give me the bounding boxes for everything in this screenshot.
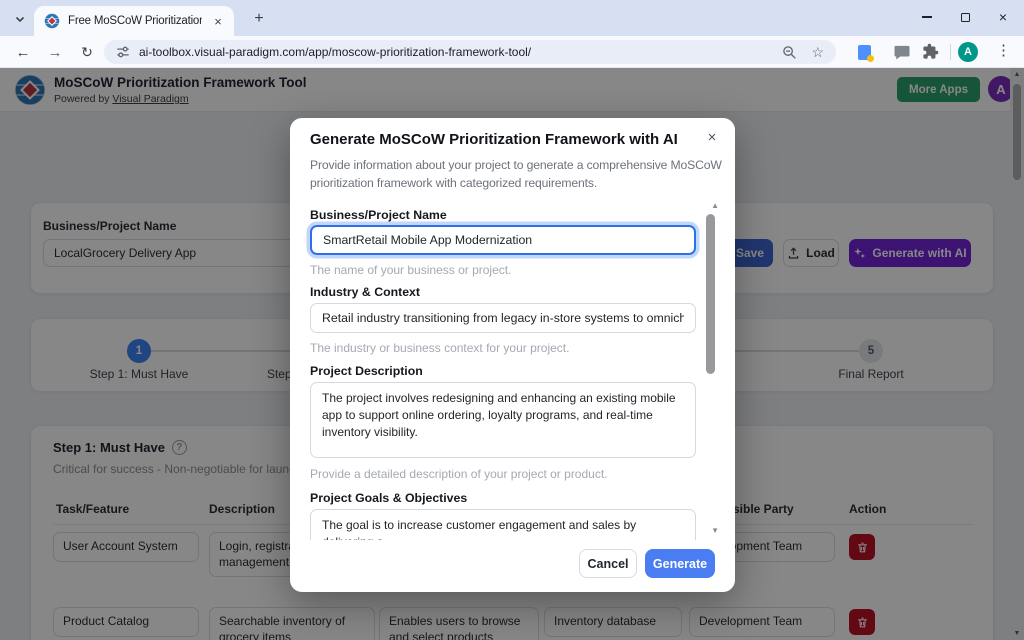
new-tab-button[interactable]: + <box>248 8 270 30</box>
window-close-button[interactable]: × <box>984 0 1022 34</box>
forward-button[interactable]: → <box>42 40 68 64</box>
project-description-label: Project Description <box>310 364 423 378</box>
industry-label: Industry & Context <box>310 285 420 299</box>
modal-scrollbar-thumb[interactable] <box>706 214 715 374</box>
url-bar[interactable]: ai-toolbox.visual-paradigm.com/app/mosco… <box>104 40 836 64</box>
window-minimize-button[interactable] <box>908 0 946 34</box>
url-text: ai-toolbox.visual-paradigm.com/app/mosco… <box>139 45 532 59</box>
window-maximize-button[interactable] <box>946 0 984 34</box>
back-button[interactable]: ← <box>10 40 36 64</box>
site-favicon-icon <box>44 13 60 29</box>
close-icon: × <box>998 9 1008 25</box>
business-name-help: The name of your business or project. <box>310 263 512 277</box>
industry-input[interactable] <box>310 303 696 333</box>
generate-button[interactable]: Generate <box>645 549 715 578</box>
generate-ai-modal: × Generate MoSCoW Prioritization Framewo… <box>290 118 735 592</box>
app-viewport: MoSCoW Prioritization Framework Tool Pow… <box>0 68 1024 640</box>
modal-subtitle: Provide information about your project t… <box>310 158 722 191</box>
tab-close-icon[interactable]: × <box>210 13 226 29</box>
business-name-input[interactable] <box>310 225 696 255</box>
browser-menu-icon[interactable]: ⋮ <box>996 41 1011 59</box>
project-description-textarea[interactable]: The project involves redesigning and enh… <box>310 382 696 458</box>
bookmark-star-icon[interactable]: ☆ <box>811 45 824 59</box>
industry-help: The industry or business context for you… <box>310 341 570 355</box>
refresh-button[interactable]: ↻ <box>74 40 100 64</box>
modal-scroll-down-icon[interactable]: ▼ <box>711 526 719 535</box>
modal-close-button[interactable]: × <box>702 127 722 147</box>
project-description-help: Provide a detailed description of your p… <box>310 467 608 481</box>
tab-title: Free MoSCoW Prioritization Fra <box>68 15 202 27</box>
chat-extension-icon[interactable] <box>894 45 910 60</box>
browser-window: Free MoSCoW Prioritization Fra × + × ← →… <box>0 0 1024 640</box>
cancel-button[interactable]: Cancel <box>579 549 637 578</box>
project-goals-textarea[interactable]: The goal is to increase customer engagem… <box>310 509 696 540</box>
extensions-puzzle-icon[interactable] <box>922 43 939 60</box>
zoom-out-icon[interactable] <box>782 45 797 60</box>
tab-strip: Free MoSCoW Prioritization Fra × + × <box>0 0 1024 36</box>
modal-title: Generate MoSCoW Prioritization Framework… <box>310 131 678 148</box>
modal-scroll-up-icon[interactable]: ▲ <box>711 201 719 210</box>
site-info-icon <box>117 46 129 58</box>
chevron-down-icon <box>15 16 25 23</box>
docs-extension-icon[interactable] <box>858 45 874 62</box>
browser-tab[interactable]: Free MoSCoW Prioritization Fra × <box>34 6 234 36</box>
window-controls: × <box>908 0 1022 34</box>
maximize-icon <box>960 12 970 22</box>
minimize-icon <box>922 16 932 18</box>
tab-search-button[interactable] <box>8 7 32 31</box>
browser-toolbar: ← → ↻ ai-toolbox.visual-paradigm.com/app… <box>0 36 1024 68</box>
toolbar-separator <box>950 44 951 60</box>
browser-profile-avatar[interactable]: A <box>958 42 978 62</box>
modal-form-scroll-area: Business/Project Name The name of your b… <box>290 200 735 540</box>
business-name-label: Business/Project Name <box>310 208 447 222</box>
project-goals-label: Project Goals & Objectives <box>310 491 468 505</box>
